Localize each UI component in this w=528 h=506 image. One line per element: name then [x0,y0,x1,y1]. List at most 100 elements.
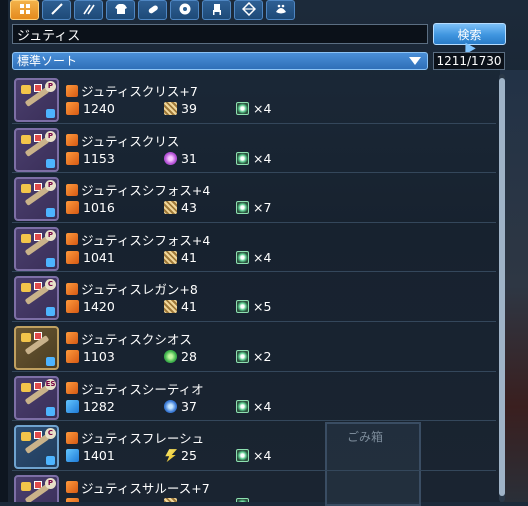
list-item[interactable]: C ジュティスフレーシュ 1401 25 ×4 [12,421,496,471]
rarity-icon [21,481,31,491]
attack-icon [66,497,79,502]
list-item[interactable]: C ジュティスレガン+8 1420 41 ×5 [12,272,496,322]
element-value: 25 [181,448,197,464]
attack-icon [66,349,79,363]
attack-icon [66,102,79,115]
weapon-category-icon [66,183,78,196]
tab-diamond[interactable] [234,0,263,20]
weapon-category-icon [66,282,78,295]
slot-icon [236,300,249,314]
item-list: P ジュティスクリス+7 1240 39 ×4 P ジュティスクリス 1153 … [12,74,496,502]
attack-stat: 1240 [66,101,164,116]
lock-icon [46,257,55,267]
item-name-row: ジュティスクシオス [66,329,192,348]
capsule-icon [146,1,160,20]
item-thumbnail: P [14,226,59,271]
item-name: ジュティスサルース+7 [81,480,210,496]
attack-value: 1240 [83,101,115,116]
scrollbar-thumb[interactable] [499,78,505,496]
list-item[interactable]: P ジュティスサルース+7 [12,471,496,502]
slot-stat: ×4 [236,151,271,166]
slot-icon [236,349,249,363]
attack-stat: 1041 [66,250,164,265]
category-tab-bar [10,0,295,20]
element-icon [164,102,177,115]
slot-count: ×5 [253,299,272,315]
list-item[interactable]: P ジュティスシフォス+4 1041 41 ×4 [12,223,496,273]
potential-badge-icon: ES [45,378,56,390]
potential-badge-icon: P [45,81,56,92]
slot-icon [236,497,249,502]
tab-dual-blades[interactable] [74,0,103,20]
search-input[interactable] [12,24,428,44]
attack-icon [66,449,79,463]
slot-stat: ×5 [236,299,271,314]
list-item[interactable]: P ジュティスクリス+7 1240 39 ×4 [12,74,496,124]
slot-count: ×4 [253,150,272,166]
tab-pet[interactable] [266,0,295,20]
attack-value: 1041 [83,249,115,265]
attack-value: 1016 [83,200,115,216]
slot-stat: ×4 [236,448,271,463]
element-icon [165,449,177,463]
element-value: 41 [181,299,197,315]
lock-icon [46,406,55,416]
item-stats: 1016 43 ×7 [66,200,271,215]
tab-furniture[interactable] [202,0,231,20]
element-stat: 31 [164,151,236,166]
element-value: 31 [181,150,197,166]
slot-count: ×4 [253,249,272,265]
item-name: ジュティスフレーシュ [81,431,205,447]
lock-icon [46,356,55,366]
list-item[interactable]: ジュティスクシオス 1103 28 ×2 [12,322,496,372]
attack-stat: 1153 [66,151,164,166]
element-icon [164,250,177,264]
rarity-icon [21,85,31,94]
item-name: ジュティスシフォス+4 [81,183,211,199]
element-icon [164,201,177,215]
list-item[interactable]: P ジュティスシフォス+4 1016 43 ×7 [12,173,496,223]
rarity-icon [21,184,31,194]
item-thumbnail: ES [14,375,59,420]
tab-capsule[interactable] [138,0,167,20]
tab-disc[interactable] [170,0,199,20]
element-icon [164,399,177,413]
item-stats: 1420 41 ×5 [66,299,271,314]
slot-icon [236,102,249,115]
element-stat: 25 [164,448,236,463]
slot-icon [236,201,249,215]
slot-count: ×2 [253,348,272,364]
slot-stat: ×7 [236,200,271,215]
potential-badge-icon: P [45,229,56,241]
element-stat: 39 [164,101,236,116]
sort-dropdown[interactable]: 標準ソート [12,52,428,70]
tab-sword[interactable] [42,0,71,20]
sort-label: 標準ソート [17,54,78,68]
list-item[interactable]: ES ジュティスシーティオ 1282 37 ×4 [12,372,496,422]
attack-stat [66,497,164,502]
tab-grid[interactable] [10,0,39,20]
item-thumbnail: P [14,78,59,122]
attack-value: 1420 [83,299,115,315]
element-value: 37 [181,398,197,414]
shirt-icon [114,1,128,20]
slot-icon [236,449,249,463]
element-value: 41 [181,249,197,265]
lock-icon [46,158,55,168]
lock-icon [46,109,55,118]
element-value: 39 [181,101,197,116]
item-name: ジュティスクシオス [81,331,192,347]
lock-icon [46,208,55,218]
item-stats: 1153 31 ×4 [66,151,271,166]
element-stat: 43 [164,200,236,215]
item-thumbnail: C [14,276,59,321]
element-stat: 37 [164,399,236,414]
tab-shirt[interactable] [106,0,135,20]
item-name-row: ジュティスクリス+7 [66,81,198,100]
slot-stat: ×2 [236,349,271,364]
chevron-down-icon [409,57,421,65]
item-name: ジュティスレガン+8 [81,282,198,298]
list-item[interactable]: P ジュティスクリス 1153 31 ×4 [12,124,496,174]
item-name: ジュティスシフォス+4 [81,232,211,248]
attack-icon [66,250,79,264]
